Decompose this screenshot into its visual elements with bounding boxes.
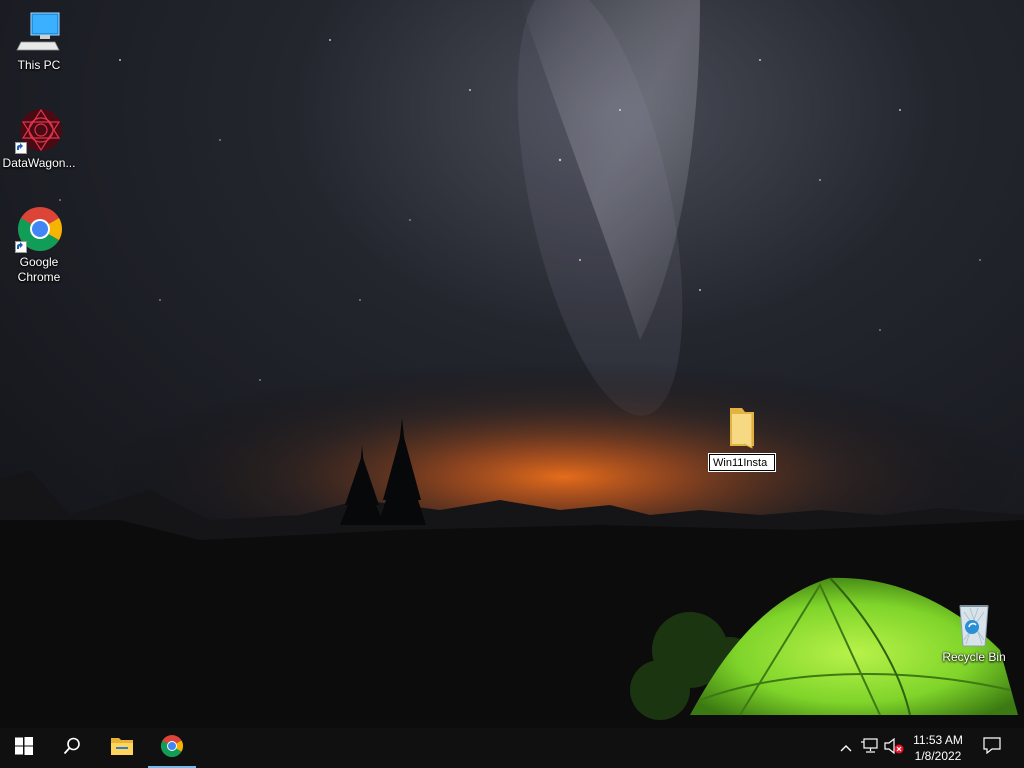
search-button[interactable] — [48, 728, 96, 768]
notification-icon — [983, 737, 1001, 759]
taskbar-clock[interactable]: 11:53 AM 1/8/2022 — [906, 732, 970, 764]
search-icon — [63, 737, 81, 760]
folder-rename-input[interactable] — [709, 454, 775, 471]
network-icon — [861, 737, 879, 759]
desktop-folder-renaming[interactable] — [703, 404, 781, 471]
show-hidden-icons-button[interactable] — [836, 728, 856, 768]
volume-muted-icon — [884, 737, 904, 759]
chevron-up-icon — [840, 739, 852, 757]
windows-start-icon — [15, 736, 33, 760]
desktop-icon-recycle-bin[interactable]: Recycle Bin — [936, 600, 1012, 665]
taskbar: 11:53 AM 1/8/2022 — [0, 728, 1024, 768]
taskbar-file-explorer[interactable] — [98, 728, 146, 768]
file-explorer-icon — [110, 736, 134, 761]
computer-icon — [15, 8, 63, 56]
start-button[interactable] — [0, 728, 48, 768]
datawagon-icon — [15, 106, 63, 154]
taskbar-google-chrome[interactable] — [148, 728, 196, 768]
chrome-icon — [15, 205, 63, 253]
desktop-icon-google-chrome[interactable]: Google Chrome — [1, 205, 77, 285]
desktop-icon-label: DataWagon... — [2, 156, 76, 170]
network-button[interactable] — [858, 728, 882, 768]
desktop-wallpaper — [0, 0, 1024, 728]
folder-icon — [722, 404, 762, 450]
desktop-icon-label: Google Chrome — [17, 255, 61, 284]
desktop-icon-datawagon[interactable]: DataWagon... — [1, 106, 77, 171]
desktop-icon-label: Recycle Bin — [942, 650, 1006, 664]
chrome-icon — [160, 734, 184, 763]
clock-time: 11:53 AM — [913, 733, 963, 747]
notification-center-button[interactable] — [978, 728, 1006, 768]
shortcut-arrow-icon — [15, 142, 27, 154]
clock-date: 1/8/2022 — [914, 749, 962, 763]
desktop-icon-label: This PC — [17, 58, 61, 72]
desktop-icon-this-pc[interactable]: This PC — [1, 8, 77, 73]
recycle-bin-icon — [950, 600, 998, 648]
volume-button[interactable] — [882, 728, 906, 768]
shortcut-arrow-icon — [15, 241, 27, 253]
